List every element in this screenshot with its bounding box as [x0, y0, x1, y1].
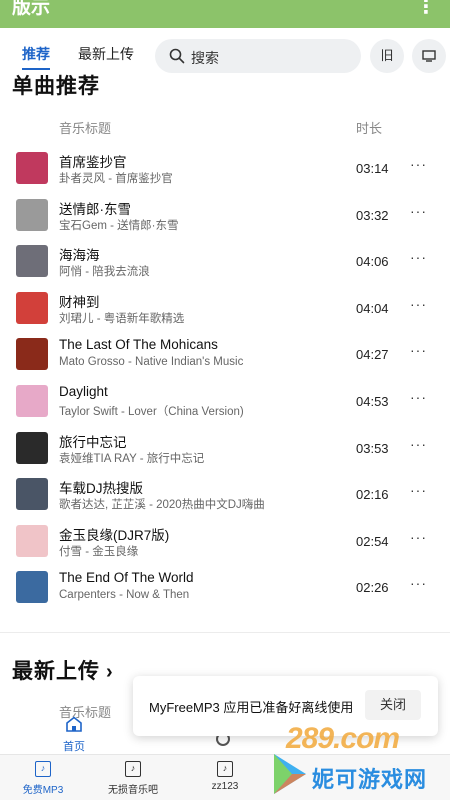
app-bar: 版示 ⋮: [0, 0, 450, 28]
song-row[interactable]: Daylight Taylor Swift - Lover（China Vers…: [0, 379, 450, 426]
song-title: 海海海: [59, 248, 100, 264]
song-title: 财神到: [59, 294, 100, 310]
song-duration: 04:53: [356, 393, 389, 409]
song-subtitle: 宝石Gem - 送情郎·东雪: [59, 219, 179, 232]
home-button[interactable]: 首页: [56, 716, 92, 754]
home-label: 首页: [63, 741, 85, 753]
app-title: 版示: [12, 0, 51, 18]
home-icon: [66, 716, 82, 732]
album-cover: [16, 291, 48, 324]
song-duration: 03:53: [356, 440, 389, 456]
album-cover: [16, 478, 48, 511]
song-title: 送情郎·东雪: [59, 201, 131, 217]
search-bar[interactable]: 搜索: [155, 39, 361, 73]
song-subtitle: 付雪 - 金玉良缘: [59, 545, 139, 558]
album-cover: [16, 152, 48, 184]
song-row[interactable]: 金玉良缘(DJR7版) 付雪 - 金玉良缘 02:54 ···: [0, 519, 450, 566]
more-horizontal-icon[interactable]: ···: [410, 249, 427, 265]
song-duration: 03:32: [356, 207, 389, 223]
album-cover: [16, 431, 48, 464]
song-subtitle: Mato Grosso - Native Indian's Music: [59, 356, 244, 369]
song-subtitle: 刘珺儿 - 粤语新年歌精选: [59, 312, 185, 325]
more-horizontal-icon[interactable]: ···: [410, 342, 427, 358]
more-horizontal-icon[interactable]: ···: [410, 296, 427, 312]
tv-button[interactable]: [412, 39, 446, 73]
section-title-latest-label: 最新上传: [12, 660, 100, 683]
album-cover: [16, 338, 48, 371]
more-vertical-icon[interactable]: ⋮: [416, 0, 436, 19]
column-header-duration: 时长: [356, 121, 383, 136]
song-row[interactable]: 车载DJ热搜版 歌者达达, 芷芷溪 - 2020热曲中文DJ嗨曲 02:16 ·…: [0, 472, 450, 519]
song-row[interactable]: 送情郎·东雪 宝石Gem - 送情郎·东雪 03:32 ···: [0, 193, 450, 240]
song-title: 金玉良缘(DJR7版): [59, 527, 170, 543]
section-title-latest[interactable]: 最新上传 ›: [12, 655, 114, 685]
music-note-icon: ♪: [35, 761, 51, 777]
song-duration: 04:27: [356, 347, 389, 363]
song-row[interactable]: 海海海 阿悄 - 陪我去流浪 04:06 ···: [0, 239, 450, 286]
bottom-nav-label: 无损音乐吧: [108, 785, 158, 796]
song-title: The Last Of The Mohicans: [59, 337, 218, 353]
bottom-nav-zz123[interactable]: ♪ zz123: [190, 761, 260, 792]
song-duration: 04:06: [356, 254, 389, 270]
tab-latest-upload[interactable]: 最新上传: [78, 44, 134, 64]
bottom-nav-free-mp3[interactable]: ♪ 免费MP3: [8, 761, 78, 796]
song-row[interactable]: 首席鉴抄官 卦者灵风 - 首席鉴抄官 03:14 ···: [0, 146, 450, 193]
song-title: 首席鉴抄官: [59, 155, 127, 170]
song-row[interactable]: The End Of The World Carpenters - Now & …: [0, 565, 450, 612]
song-duration: 04:04: [356, 300, 389, 316]
song-duration: 02:26: [356, 580, 389, 596]
watermark-text: 妮可游戏网: [312, 767, 428, 792]
tab-recommend[interactable]: 推荐: [22, 44, 50, 70]
album-cover: [16, 198, 48, 231]
song-subtitle: 卦者灵风 - 首席鉴抄官: [59, 173, 173, 185]
bottom-nav-lossless[interactable]: ♪ 无损音乐吧: [98, 761, 168, 796]
song-duration: 02:16: [356, 487, 389, 503]
album-cover: [16, 384, 48, 417]
chevron-right-icon: ›: [106, 661, 114, 683]
song-duration: 03:14: [356, 161, 389, 176]
more-horizontal-icon[interactable]: ···: [410, 436, 427, 452]
section-title-recommend: 单曲推荐: [12, 75, 100, 98]
more-horizontal-icon[interactable]: ···: [410, 389, 427, 405]
old-version-button[interactable]: 旧: [370, 39, 404, 73]
album-cover: [16, 245, 48, 278]
song-title: 旅行中忘记: [59, 434, 127, 450]
more-horizontal-icon[interactable]: ···: [410, 203, 427, 219]
more-horizontal-icon[interactable]: ···: [410, 156, 427, 172]
song-row[interactable]: 旅行中忘记 袁娅维TIA RAY - 旅行中忘记 03:53 ···: [0, 426, 450, 473]
toast-message: MyFreeMP3 应用已准备好离线使用: [149, 700, 354, 715]
bottom-nav-label: 免费MP3: [22, 785, 64, 796]
search-placeholder: 搜索: [191, 50, 219, 66]
song-title: The End Of The World: [59, 570, 194, 586]
song-subtitle: Taylor Swift - Lover（China Version): [59, 405, 244, 418]
song-duration: 02:54: [356, 533, 389, 549]
song-title: 车载DJ热搜版: [59, 481, 143, 497]
column-header-title: 音乐标题: [59, 121, 112, 136]
song-subtitle: Carpenters - Now & Then: [59, 589, 190, 602]
song-row[interactable]: 财神到 刘珺儿 - 粤语新年歌精选 04:04 ···: [0, 286, 450, 333]
more-horizontal-icon[interactable]: ···: [410, 482, 427, 498]
bottom-nav-label: zz123: [211, 781, 239, 792]
more-horizontal-icon[interactable]: ···: [410, 529, 427, 545]
play-logo-icon: [274, 754, 306, 794]
song-subtitle: 歌者达达, 芷芷溪 - 2020热曲中文DJ嗨曲: [59, 499, 265, 512]
song-subtitle: 袁娅维TIA RAY - 旅行中忘记: [59, 452, 205, 465]
song-list: 首席鉴抄官 卦者灵风 - 首席鉴抄官 03:14 ··· 送情郎·东雪 宝石Ge…: [0, 146, 450, 612]
album-cover: [16, 571, 48, 604]
more-horizontal-icon[interactable]: ···: [410, 575, 427, 591]
song-subtitle: 阿悄 - 陪我去流浪: [59, 266, 150, 279]
toast-close-button[interactable]: 关闭: [365, 690, 421, 720]
section-divider: [0, 632, 450, 633]
song-row[interactable]: The Last Of The Mohicans Mato Grosso - N…: [0, 332, 450, 379]
tv-icon: [422, 50, 436, 62]
watermark-number: 289.com: [286, 722, 400, 755]
music-note-icon: ♪: [217, 761, 233, 777]
song-title: Daylight: [59, 383, 108, 399]
music-note-icon: ♪: [125, 761, 141, 777]
album-cover: [16, 524, 48, 557]
search-icon: [169, 48, 185, 64]
